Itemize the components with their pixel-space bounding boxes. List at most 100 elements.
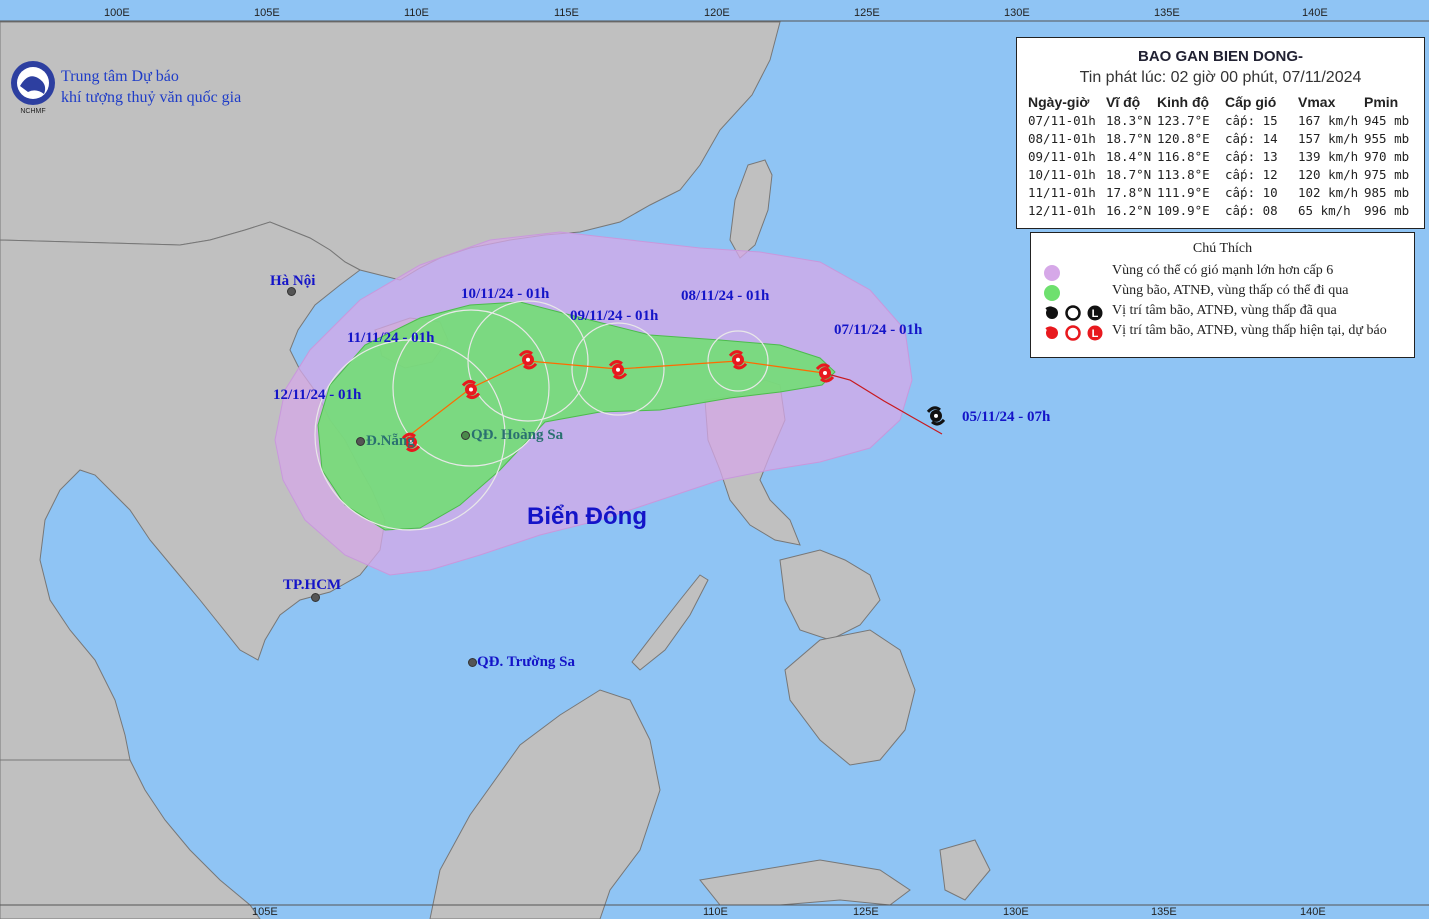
legend-item: Vùng bão, ATNĐ, vùng thấp có thể đi qua: [1041, 283, 1348, 303]
forecast-cell: 18.3°N: [1106, 112, 1152, 128]
forecast-row: 09/11-01h 18.4°N 116.8°E cấp: 13 139 km/h 970…: [1028, 147, 1416, 165]
forecast-cell: cấp: 15: [1225, 112, 1278, 128]
city-da-nang: Đ.Nẵng: [366, 433, 415, 449]
svg-text:L: L: [1092, 328, 1099, 340]
tick-label: 105E: [254, 7, 280, 19]
forecast-cell: 65 km/h: [1298, 202, 1351, 218]
legend-label: Vị trí tâm bão, ATNĐ, vùng thấp đã qua: [1112, 303, 1337, 318]
track-label-past: 05/11/24 - 07h: [962, 409, 1051, 425]
forecast-cell: 955 mb: [1364, 130, 1410, 146]
forecast-row: 11/11-01h 17.8°N 111.9°E cấp: 10 102 km/h 985…: [1028, 183, 1416, 201]
tick-label: 135E: [1151, 906, 1177, 918]
forecast-cell: 139 km/h: [1298, 148, 1359, 164]
forecast-cell: 16.2°N: [1106, 202, 1152, 218]
forecast-position-symbols-icon: L: [1045, 325, 1103, 341]
logo-caption: NCHMF: [20, 108, 45, 115]
forecast-cell: 10/11-01h: [1028, 166, 1096, 182]
forecast-cell: 111.9°E: [1157, 184, 1210, 200]
forecast-cell: 109.9°E: [1157, 202, 1210, 218]
storm-info-box: BAO GAN BIEN DONG- Tin phát lúc: 02 giờ …: [1016, 37, 1425, 229]
forecast-cell: 167 km/h: [1298, 112, 1359, 128]
truong-sa-marker: [468, 658, 477, 667]
forecast-cell: 102 km/h: [1298, 184, 1359, 200]
forecast-cell: 945 mb: [1364, 112, 1410, 128]
forecast-cell: 970 mb: [1364, 148, 1410, 164]
col-header: Pmin: [1364, 94, 1399, 110]
tick-label: 140E: [1300, 906, 1326, 918]
forecast-cell: 18.7°N: [1106, 166, 1152, 182]
forecast-row: 08/11-01h 18.7°N 120.8°E cấp: 14 157 km/h 955…: [1028, 129, 1416, 147]
legend-item: Vùng có thể có gió mạnh lớn hơn cấp 6: [1041, 263, 1333, 283]
agency-line-2: khí tượng thuỷ văn quốc gia: [61, 89, 242, 106]
agency-name: Trung tâm Dự báo khí tượng thuỷ văn quốc…: [61, 66, 241, 108]
forecast-cell: 08/11-01h: [1028, 130, 1096, 146]
forecast-cell: 985 mb: [1364, 184, 1410, 200]
forecast-cell: 157 km/h: [1298, 130, 1359, 146]
forecast-row: 10/11-01h 18.7°N 113.8°E cấp: 12 120 km/h 975…: [1028, 165, 1416, 183]
nchmf-logo: NCHMF: [11, 61, 55, 115]
hoang-sa-marker: [461, 431, 470, 440]
col-header: Vmax: [1298, 94, 1336, 110]
forecast-cell: 116.8°E: [1157, 148, 1210, 164]
legend-item: L Vị trí tâm bão, ATNĐ, vùng thấp hiện t…: [1041, 323, 1387, 343]
legend-label: Vùng có thể có gió mạnh lớn hơn cấp 6: [1112, 263, 1334, 278]
col-header: Cấp gió: [1225, 94, 1277, 110]
track-label: 12/11/24 - 01h: [273, 387, 362, 403]
forecast-cell: 123.7°E: [1157, 112, 1210, 128]
city-ha-noi: Hà Nội: [270, 273, 316, 289]
truong-sa-label: QĐ. Trường Sa: [477, 654, 576, 670]
track-label: 07/11/24 - 01h: [834, 322, 923, 338]
forecast-cell: 120.8°E: [1157, 130, 1210, 146]
col-header: Vĩ độ: [1106, 94, 1141, 110]
storm-title: BAO GAN BIEN DONG-: [1138, 48, 1303, 65]
forecast-cell: cấp: 10: [1225, 184, 1278, 200]
forecast-cell: cấp: 14: [1225, 130, 1278, 146]
track-label: 11/11/24 - 01h: [347, 330, 435, 346]
hoang-sa-label: QĐ. Hoàng Sa: [471, 427, 564, 443]
wind-zone-swatch-icon: [1044, 265, 1060, 281]
forecast-cell: cấp: 08: [1225, 202, 1278, 218]
forecast-cell: 17.8°N: [1106, 184, 1152, 200]
col-header: Ngày-giờ: [1028, 94, 1090, 110]
legend-label: Vùng bão, ATNĐ, vùng thấp có thể đi qua: [1112, 283, 1349, 298]
forecast-cell: 09/11-01h: [1028, 148, 1096, 164]
issued-time: Tin phát lúc: 02 giờ 00 phút, 07/11/2024: [1079, 69, 1362, 86]
storm-zone-swatch-icon: [1044, 285, 1060, 301]
tick-label: 100E: [104, 7, 130, 19]
past-position-symbols-icon: L: [1045, 305, 1103, 321]
tick-label: 130E: [1003, 906, 1029, 918]
legend-item: L Vị trí tâm bão, ATNĐ, vùng thấp đã qua: [1041, 303, 1337, 323]
track-label: 09/11/24 - 01h: [570, 308, 659, 324]
sea-name: Biển Đông: [527, 503, 647, 530]
forecast-cell: 975 mb: [1364, 166, 1410, 182]
tick-label: 110E: [703, 906, 728, 918]
track-label: 10/11/24 - 01h: [461, 286, 550, 302]
forecast-cell: 07/11-01h: [1028, 112, 1096, 128]
forecast-cell: 12/11-01h: [1028, 202, 1096, 218]
forecast-cell: 996 mb: [1364, 202, 1410, 218]
tick-label: 140E: [1302, 7, 1328, 19]
forecast-row: 12/11-01h 16.2°N 109.9°E cấp: 08 65 km/h 996 …: [1028, 201, 1416, 219]
forecast-row: 07/11-01h 18.3°N 123.7°E cấp: 15 167 km/h 945…: [1028, 111, 1416, 129]
hcm-marker: [311, 593, 320, 602]
tick-label: 125E: [854, 7, 880, 19]
tick-label: 130E: [1004, 7, 1030, 19]
forecast-cell: 113.8°E: [1157, 166, 1210, 182]
tick-label: 115E: [554, 7, 579, 19]
forecast-cell: 18.4°N: [1106, 148, 1152, 164]
forecast-cell: 120 km/h: [1298, 166, 1359, 182]
legend-box: Chú Thích Vùng có thể có gió mạnh lớn hơ…: [1030, 232, 1415, 358]
legend-label: Vị trí tâm bão, ATNĐ, vùng thấp hiện tại…: [1112, 323, 1387, 338]
forecast-cell: cấp: 13: [1225, 148, 1278, 164]
agency-line-1: Trung tâm Dự báo: [61, 68, 179, 85]
col-header: Kinh độ: [1157, 94, 1210, 110]
tick-label: 135E: [1154, 7, 1180, 19]
tick-label: 105E: [252, 906, 278, 918]
forecast-cell: 11/11-01h: [1028, 184, 1096, 200]
da-nang-marker: [356, 437, 365, 446]
svg-text:L: L: [1092, 308, 1099, 320]
tick-label: 120E: [704, 7, 730, 19]
forecast-cell: 18.7°N: [1106, 130, 1152, 146]
forecast-cell: cấp: 12: [1225, 166, 1278, 182]
tick-label: 110E: [404, 7, 429, 19]
